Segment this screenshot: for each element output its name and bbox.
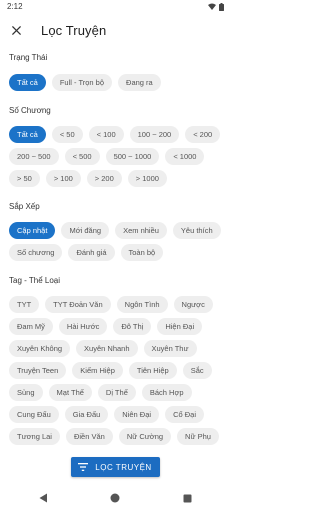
- tags-chip-nu-cuong[interactable]: Nữ Cường: [118, 428, 172, 445]
- home-icon: [110, 493, 120, 503]
- system-navigation-bar: [0, 484, 230, 512]
- page-title: Lọc Truyện: [41, 22, 107, 38]
- battery-icon: [219, 2, 224, 11]
- tags-chip-bach-hop[interactable]: Bách Hợp: [141, 384, 192, 401]
- tags-chip-sung[interactable]: Sủng: [9, 384, 43, 401]
- tags-chip-hien-dai[interactable]: Hiện Đại: [157, 318, 203, 335]
- back-button[interactable]: [36, 491, 50, 505]
- tags-chip-do-thi[interactable]: Đô Thị: [113, 318, 152, 335]
- chapters-chip-lt-200[interactable]: < 200: [185, 126, 221, 143]
- tags-chip-nu-phu[interactable]: Nữ Phụ: [177, 428, 219, 445]
- tags-chip-nien-dai[interactable]: Niên Đại: [114, 406, 160, 423]
- sort-chip-cap-nhat[interactable]: Cập nhật: [9, 222, 56, 239]
- tags-chip-dien-van[interactable]: Điền Văn: [65, 428, 113, 445]
- home-button[interactable]: [108, 491, 122, 505]
- chapters-chip-gt-50[interactable]: > 50: [9, 170, 40, 187]
- tags-chip-group: TYT TYT Đoản Văn Ngôn Tình Ngược Đam Mỹ Hài H…: [0, 296, 230, 445]
- tags-chip-ngon-tinh[interactable]: Ngôn Tình: [116, 296, 168, 313]
- sort-section-label: Sắp Xếp: [9, 202, 40, 211]
- wifi-icon: [208, 3, 216, 10]
- status-icons: [208, 2, 224, 11]
- chapters-chip-lt-100[interactable]: < 100: [88, 126, 124, 143]
- status-bar: 2:12: [0, 0, 230, 13]
- tags-chip-tuong-lai[interactable]: Tương Lai: [9, 428, 60, 445]
- tags-chip-sac[interactable]: Sắc: [182, 362, 212, 379]
- tags-chip-tyt-doan-van[interactable]: TYT Đoản Văn: [45, 296, 111, 313]
- chapters-chip-200-500[interactable]: 200 ~ 500: [9, 148, 59, 165]
- tags-chip-mat-the[interactable]: Mạt Thế: [48, 384, 92, 401]
- app-bar: Lọc Truyện: [0, 16, 230, 44]
- tags-chip-cung-dau[interactable]: Cung Đấu: [9, 406, 59, 423]
- status-time: 2:12: [7, 2, 23, 11]
- sort-chip-group: Cập nhật Mới đăng Xem nhiều Yêu thích Số chư…: [0, 222, 230, 261]
- chapters-chip-group: Tất cả < 50 < 100 100 ~ 200 < 200 200 ~ 500 < …: [0, 126, 230, 187]
- tags-chip-xuyen-khong[interactable]: Xuyên Không: [9, 340, 71, 357]
- tags-chip-truyen-teen[interactable]: Truyện Teen: [9, 362, 67, 379]
- sort-chip-toan-bo[interactable]: Toàn bộ: [120, 244, 164, 261]
- tags-chip-dam-my[interactable]: Đam Mỹ: [9, 318, 53, 335]
- chapters-chip-lt-500[interactable]: < 500: [64, 148, 100, 165]
- chapters-chip-lt-50[interactable]: < 50: [51, 126, 83, 143]
- bottom-action-bar: LỌC TRUYỆN: [0, 452, 230, 482]
- tags-chip-kiem-hiep[interactable]: Kiếm Hiệp: [72, 362, 123, 379]
- filter-stories-button[interactable]: LỌC TRUYỆN: [70, 457, 160, 477]
- filter-list-icon: [78, 463, 89, 471]
- tags-chip-xuyen-thu[interactable]: Xuyên Thư: [143, 340, 197, 357]
- status-chip-full-tron-bo[interactable]: Full - Trọn bộ: [51, 74, 113, 91]
- filter-button-label: LỌC TRUYỆN: [95, 462, 152, 472]
- back-icon: [39, 493, 47, 503]
- chapters-chip-gt-200[interactable]: > 200: [86, 170, 122, 187]
- status-chip-group: Tất cả Full - Trọn bộ Đang ra: [0, 74, 230, 91]
- chapters-section-label: Số Chương: [9, 106, 51, 115]
- tags-section-label: Tag - Thể Loại: [9, 276, 60, 285]
- chapters-chip-500-1000[interactable]: 500 ~ 1000: [105, 148, 160, 165]
- sort-chip-xem-nhieu[interactable]: Xem nhiều: [115, 222, 167, 239]
- tags-chip-tyt[interactable]: TYT: [9, 296, 40, 313]
- recents-button[interactable]: [180, 491, 194, 505]
- filter-content[interactable]: Trạng Thái Tất cả Full - Trọn bộ Đang ra S…: [0, 44, 230, 452]
- close-icon: [11, 25, 21, 35]
- tags-chip-tien-hiep[interactable]: Tiên Hiệp: [128, 362, 177, 379]
- tags-chip-hai-huoc[interactable]: Hài Hước: [58, 318, 108, 335]
- chapters-chip-lt-1000[interactable]: < 1000: [165, 148, 205, 165]
- sort-chip-yeu-thich[interactable]: Yêu thích: [172, 222, 221, 239]
- sort-chip-moi-dang[interactable]: Mới đăng: [61, 222, 110, 239]
- chapters-chip-gt-100[interactable]: > 100: [45, 170, 81, 187]
- chapters-chip-tat-ca[interactable]: Tất cả: [9, 126, 46, 143]
- chapters-chip-gt-1000[interactable]: > 1000: [127, 170, 167, 187]
- status-chip-dang-ra[interactable]: Đang ra: [118, 74, 161, 91]
- tags-chip-nguoc[interactable]: Ngược: [173, 296, 213, 313]
- status-chip-tat-ca[interactable]: Tất cả: [9, 74, 46, 91]
- recents-icon: [183, 494, 191, 502]
- tags-chip-xuyen-nhanh[interactable]: Xuyên Nhanh: [76, 340, 138, 357]
- status-section-label: Trạng Thái: [9, 53, 48, 62]
- tags-chip-di-the[interactable]: Dị Thế: [97, 384, 136, 401]
- close-button[interactable]: [1, 16, 31, 44]
- tags-chip-co-dai[interactable]: Cổ Đại: [165, 406, 204, 423]
- sort-chip-danh-gia[interactable]: Đánh giá: [68, 244, 115, 261]
- sort-chip-so-chuong[interactable]: Số chương: [9, 244, 63, 261]
- tags-chip-gia-dau[interactable]: Gia Đấu: [64, 406, 109, 423]
- chapters-chip-100-200[interactable]: 100 ~ 200: [129, 126, 180, 143]
